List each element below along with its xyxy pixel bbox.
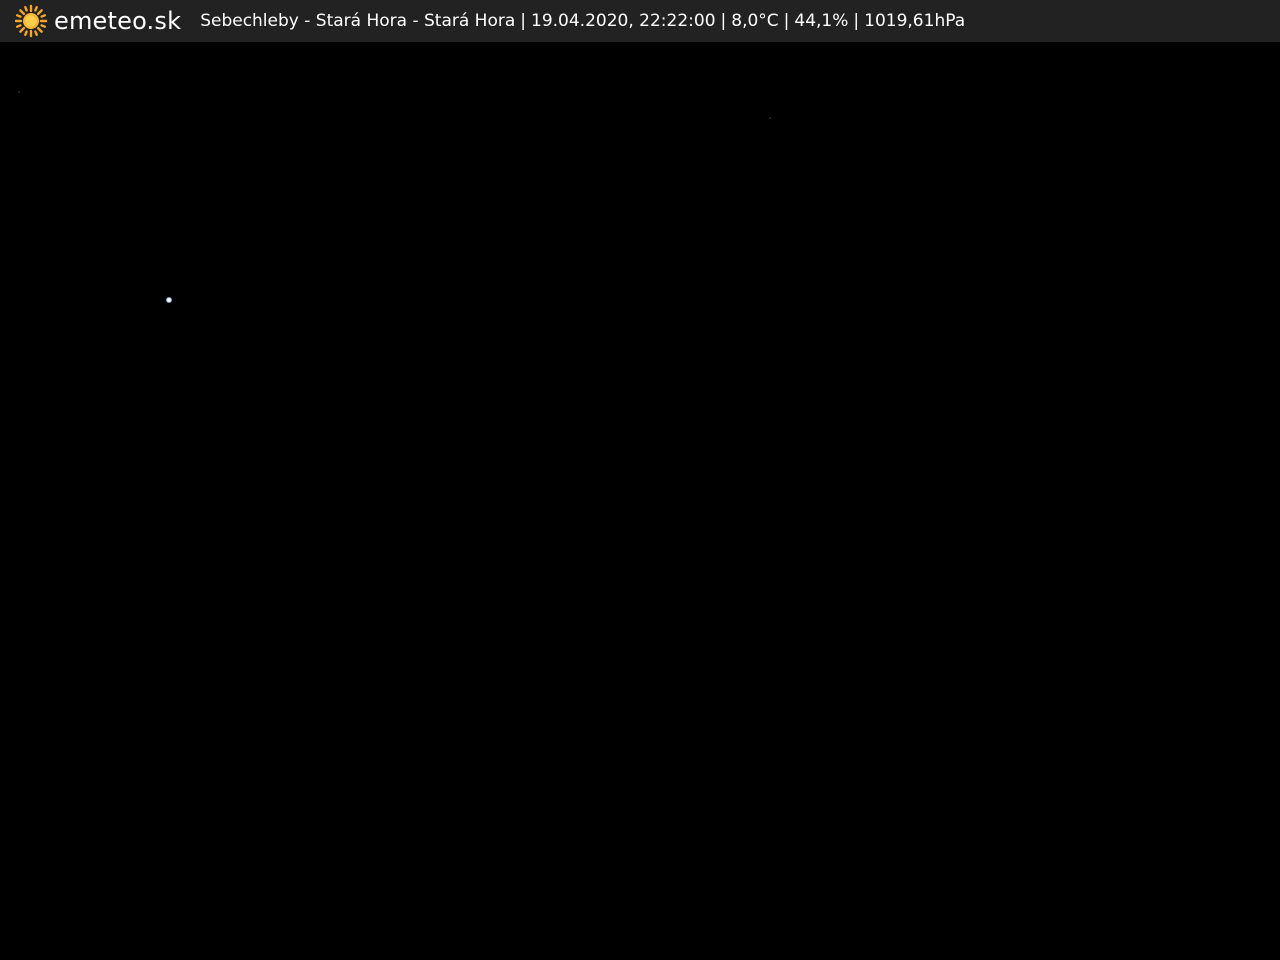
faint-star (18, 91, 20, 93)
faint-star (769, 117, 771, 119)
brand-name: emeteo.sk (54, 7, 182, 35)
sun-icon (14, 4, 48, 38)
separator: | (783, 11, 790, 31)
night-sky-image (0, 42, 1280, 960)
bright-star (166, 297, 172, 303)
separator: | (520, 11, 527, 31)
webcam-caption: Sebechleby - Stará Hora - Stará Hora | 1… (200, 11, 965, 31)
separator: | (853, 11, 860, 31)
datetime-label: 19.04.2020, 22:22:00 (531, 11, 716, 31)
webcam-frame: emeteo.sk Sebechleby - Stará Hora - Star… (0, 0, 1280, 960)
separator: | (720, 11, 727, 31)
temperature-label: 8,0°C (731, 11, 779, 31)
webcam-info-bar: emeteo.sk Sebechleby - Stará Hora - Star… (0, 0, 1280, 42)
pressure-label: 1019,61hPa (864, 11, 966, 31)
location-label: Sebechleby - Stará Hora - Stará Hora (200, 11, 516, 31)
humidity-label: 44,1% (794, 11, 849, 31)
